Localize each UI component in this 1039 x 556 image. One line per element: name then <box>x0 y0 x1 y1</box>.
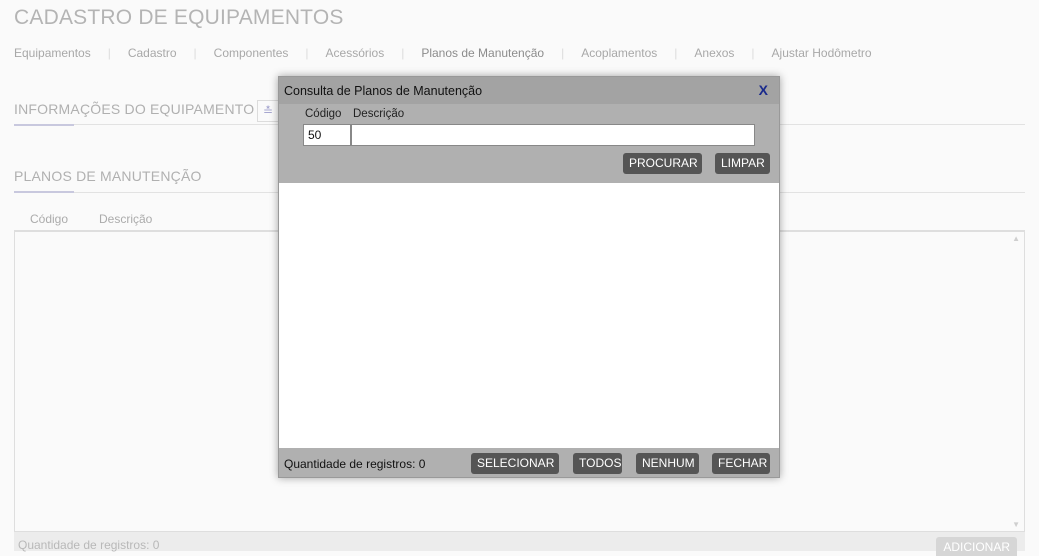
tab-componentes[interactable]: Componentes <box>214 46 289 60</box>
description-input[interactable] <box>351 124 755 146</box>
code-label: Código <box>305 108 342 120</box>
close-icon[interactable]: X <box>759 82 768 98</box>
tab-equipamentos[interactable]: Equipamentos <box>14 46 91 60</box>
page-title: CADASTRO DE EQUIPAMENTOS <box>14 6 344 29</box>
tab-separator: | <box>561 46 565 60</box>
column-header-codigo[interactable]: Código <box>30 212 68 226</box>
section-title-equipment-info: INFORMAÇÕES DO EQUIPAMENTO <box>14 101 255 117</box>
clear-button[interactable]: LIMPAR <box>715 153 770 174</box>
tab-anexos[interactable]: Anexos <box>694 46 734 60</box>
none-button[interactable]: NENHUM <box>636 453 699 474</box>
tab-separator: | <box>674 46 678 60</box>
tab-ajustar-hodometro[interactable]: Ajustar Hodômetro <box>772 46 872 60</box>
tab-planos-de-manutencao[interactable]: Planos de Manutenção <box>421 46 544 60</box>
tab-separator: | <box>751 46 755 60</box>
scroll-down-icon[interactable]: ▼ <box>1012 520 1020 529</box>
tab-separator: | <box>305 46 309 60</box>
select-button[interactable]: SELECIONAR <box>471 453 559 474</box>
search-dialog: Consulta de Planos de Manutenção X Códig… <box>278 76 780 478</box>
column-header-descricao[interactable]: Descrição <box>99 212 152 226</box>
dialog-search-panel: Consulta de Planos de Manutenção X Códig… <box>279 77 779 183</box>
section-underline <box>14 124 74 126</box>
record-count: Quantidade de registros: 0 <box>18 538 160 552</box>
scroll-up-icon[interactable]: ▲ <box>1012 234 1020 243</box>
tab-cadastro[interactable]: Cadastro <box>128 46 177 60</box>
collapse-button[interactable]: ≛ <box>257 100 279 122</box>
dialog-titlebar: Consulta de Planos de Manutenção X <box>279 77 779 104</box>
description-label: Descrição <box>353 108 405 120</box>
all-button[interactable]: TODOS <box>573 453 622 474</box>
add-button[interactable]: ADICIONAR <box>936 537 1017 556</box>
tab-separator: | <box>193 46 197 60</box>
dialog-record-count: Quantidade de registros: 0 <box>284 457 426 471</box>
code-input[interactable] <box>303 124 351 146</box>
tab-separator: | <box>401 46 405 60</box>
grid-footer: Quantidade de registros: 0 ADICIONAR <box>14 532 1025 556</box>
section-underline <box>14 191 74 193</box>
section-title-maintenance-plans: PLANOS DE MANUTENÇÃO <box>14 168 202 184</box>
dialog-title: Consulta de Planos de Manutenção <box>284 84 483 98</box>
search-button[interactable]: PROCURAR <box>623 153 702 174</box>
tab-bar: Equipamentos | Cadastro | Componentes | … <box>14 46 872 60</box>
dialog-results-list <box>279 183 779 448</box>
tab-separator: | <box>107 46 111 60</box>
close-button[interactable]: FECHAR <box>712 453 770 474</box>
tab-acessorios[interactable]: Acessórios <box>326 46 385 60</box>
double-chevron-down-icon: ≛ <box>262 104 274 118</box>
tab-acoplamentos[interactable]: Acoplamentos <box>581 46 657 60</box>
dialog-footer: Quantidade de registros: 0 SELECIONAR TO… <box>279 448 779 477</box>
